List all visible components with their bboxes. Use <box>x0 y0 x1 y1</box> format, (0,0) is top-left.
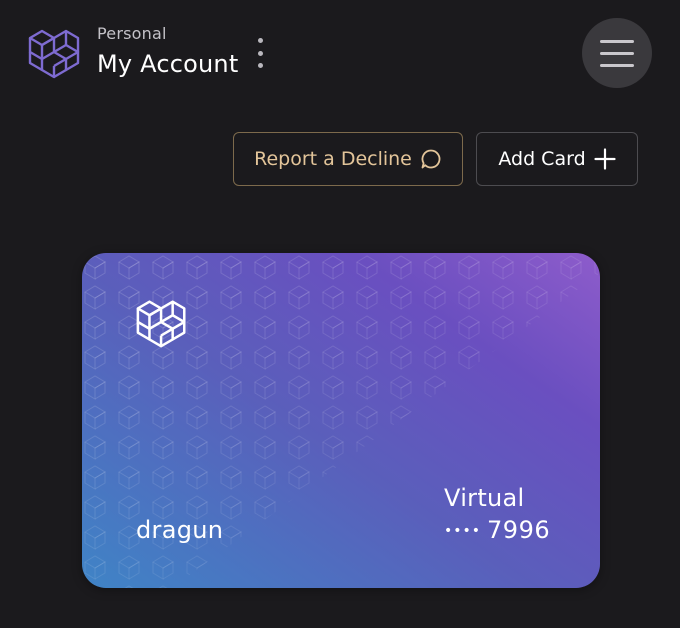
hamburger-line <box>600 52 634 55</box>
account-screen: Personal My Account Report a Decline Add… <box>0 0 680 628</box>
card-type-label: Virtual <box>444 484 525 512</box>
account-type-label: Personal <box>97 24 167 43</box>
virtual-card[interactable]: dragun Virtual •••• 7996 <box>82 253 600 588</box>
kebab-dot <box>257 38 263 43</box>
add-card-button[interactable]: Add Card <box>476 132 638 186</box>
cube-logo-icon <box>136 300 186 348</box>
report-decline-button[interactable]: Report a Decline <box>233 132 463 186</box>
chat-bubble-icon <box>421 149 441 169</box>
card-number-masked: •••• 7996 <box>444 516 550 544</box>
cube-logo-icon <box>28 29 80 79</box>
kebab-menu-icon[interactable] <box>250 38 270 68</box>
hamburger-line <box>600 40 634 43</box>
card-number-mask: •••• <box>444 523 482 539</box>
hamburger-line <box>600 64 634 67</box>
kebab-dot <box>257 50 263 56</box>
card-last-four: 7996 <box>487 516 551 544</box>
report-decline-label: Report a Decline <box>254 148 412 170</box>
hamburger-menu-button[interactable] <box>582 18 652 88</box>
card-holder-name: dragun <box>136 516 224 544</box>
add-card-label: Add Card <box>498 148 586 170</box>
kebab-dot <box>257 63 263 68</box>
account-name-title[interactable]: My Account <box>97 50 238 78</box>
plus-icon <box>594 148 616 170</box>
